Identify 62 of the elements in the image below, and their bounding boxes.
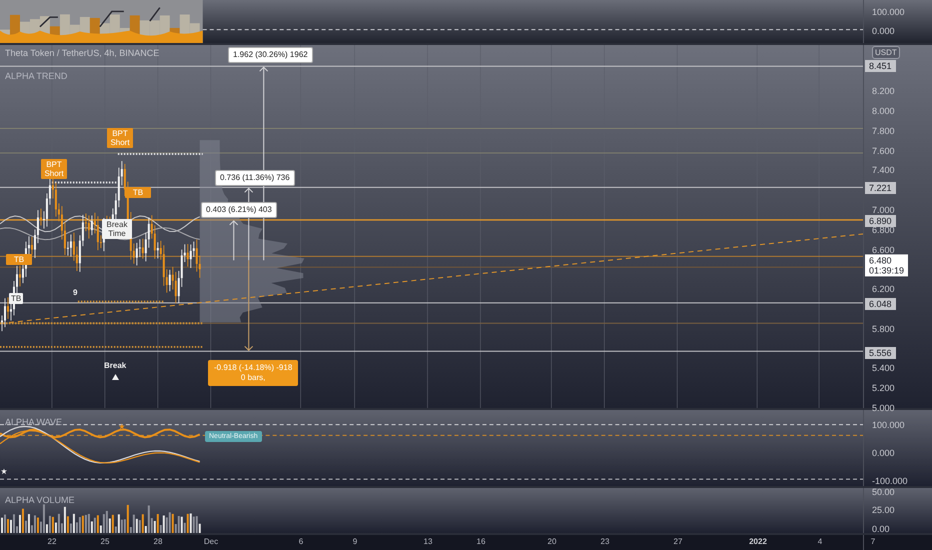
axis-label: 6.800 xyxy=(872,224,895,235)
price-tag: 7.221 xyxy=(865,182,896,194)
time-label: 27 xyxy=(674,537,682,546)
axis-label: 50.00 xyxy=(872,487,895,497)
time-label: 16 xyxy=(476,537,486,546)
axis-label: 5.800 xyxy=(872,324,895,334)
axis-label: 8.000 xyxy=(872,106,895,116)
time-label: 2022 xyxy=(749,537,767,546)
measure-tooltip: 1.962 (30.26%) 1962 xyxy=(228,47,313,63)
star-icon xyxy=(118,424,125,430)
time-label: 7 xyxy=(870,537,876,546)
signal-label: TB xyxy=(125,187,151,198)
up-triangle-icon xyxy=(112,374,119,380)
price-tag: 5.556 xyxy=(865,346,896,359)
measure-arrow xyxy=(229,220,238,261)
axis-label: 5.000 xyxy=(872,403,895,413)
time-label: Dec xyxy=(204,537,218,546)
price-tag: 6.048 xyxy=(865,298,896,310)
signal-label: BPT Short xyxy=(107,128,133,148)
axis-label: 100.000 xyxy=(872,7,905,17)
axis-label: 7.400 xyxy=(872,165,895,176)
measure-tooltip: 0.403 (6.21%) 403 xyxy=(201,202,277,218)
signal-label: TB xyxy=(6,254,32,265)
time-label: 25 xyxy=(100,537,110,546)
currency-badge: USDT xyxy=(872,46,900,59)
axis-label: 8.200 xyxy=(872,86,895,96)
signal-label: BPT Short xyxy=(41,159,67,179)
time-label: 20 xyxy=(548,537,556,546)
signal-label: TB xyxy=(9,293,24,304)
break-label: Break xyxy=(104,361,126,370)
pane-title: ALPHA VOLUME xyxy=(5,495,75,505)
time-label: 28 xyxy=(154,537,162,546)
symbol-title: Theta Token / TetherUS, 4h, BINANCE xyxy=(5,48,160,58)
axis-label: 25.00 xyxy=(872,505,895,515)
axis-label: 100.000 xyxy=(872,420,905,430)
axis-label: 0.000 xyxy=(872,26,895,36)
price-tag: 8.451 xyxy=(865,60,896,72)
time-label: 13 xyxy=(424,537,432,546)
axis-label: 5.400 xyxy=(872,363,895,374)
axis-label: 6.600 xyxy=(872,244,895,255)
price-tag: 6.480 01:39:19 xyxy=(865,254,908,277)
indicator-title: ALPHA TREND xyxy=(5,71,68,81)
time-label: 22 xyxy=(48,537,56,546)
measure-tooltip: -0.918 (-14.18%) -918 0 bars, xyxy=(208,360,298,386)
pane-title: ALPHA WAVE xyxy=(5,417,62,427)
time-label: 4 xyxy=(818,537,822,546)
price-tag: 6.890 xyxy=(865,214,896,227)
axis-label: 0.00 xyxy=(872,524,890,534)
star-icon xyxy=(1,468,7,474)
axis-label: 6.200 xyxy=(872,284,895,294)
time-label: 6 xyxy=(298,537,304,546)
signal-label: Break Time xyxy=(102,219,132,239)
measure-tooltip: 0.736 (11.36%) 736 xyxy=(215,170,295,186)
time-label: 23 xyxy=(600,537,610,546)
time-label: 9 xyxy=(352,537,358,546)
axis-label: 5.200 xyxy=(872,383,895,394)
axis-label: 7.600 xyxy=(872,146,895,156)
axis-label: 0.000 xyxy=(872,448,895,458)
axis-label: 7.000 xyxy=(872,205,895,215)
count-label: 9 xyxy=(73,288,78,297)
axis-label: 7.800 xyxy=(872,126,895,136)
axis-label: -100.000 xyxy=(872,476,908,486)
